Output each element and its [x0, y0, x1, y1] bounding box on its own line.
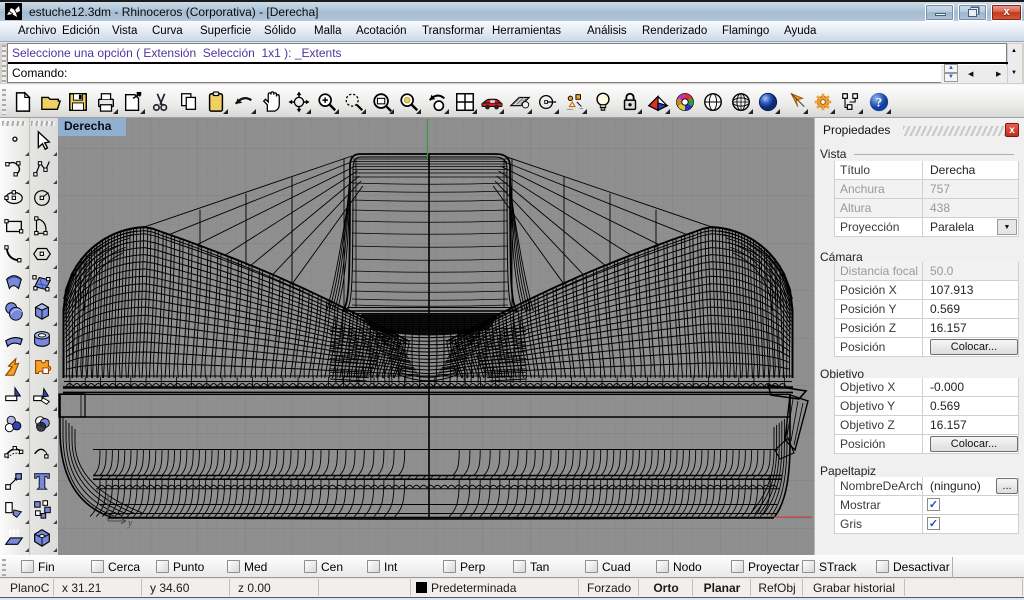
svg-text:?: ?	[875, 96, 881, 110]
svg-text:y: y	[127, 518, 133, 529]
svg-text:z: z	[95, 485, 100, 496]
